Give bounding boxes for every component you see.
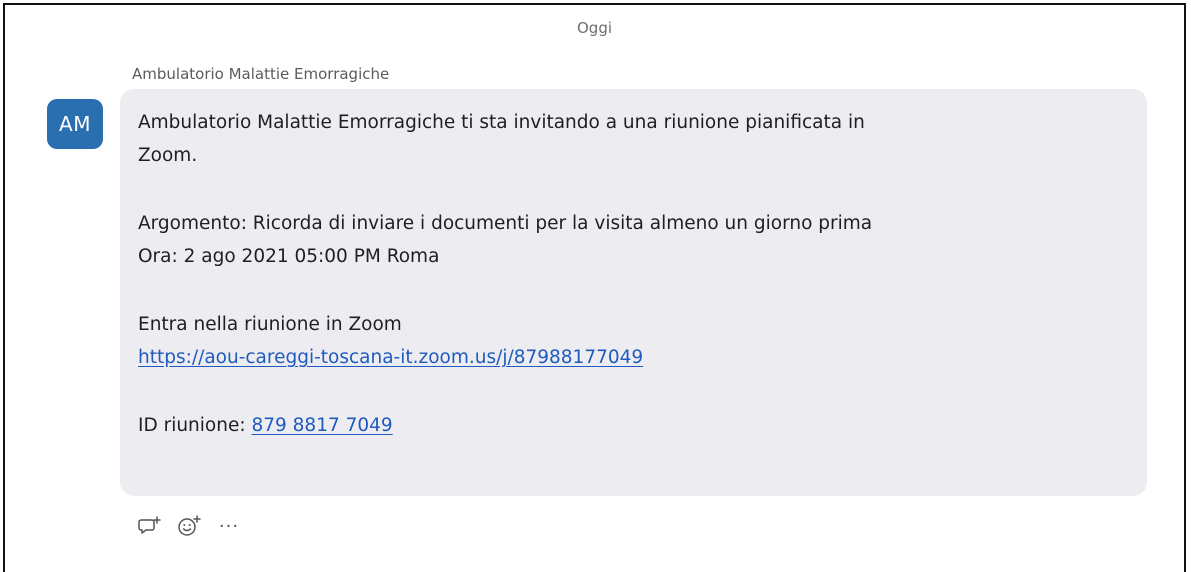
reply-thread-icon bbox=[138, 516, 161, 534]
more-options-button[interactable]: ··· bbox=[216, 512, 242, 540]
join-meeting-link[interactable]: https://aou-careggi-toscana-it.zoom.us/j… bbox=[138, 347, 643, 368]
chat-pane: Oggi Ambulatorio Malattie Emorragiche AM… bbox=[3, 3, 1186, 572]
reply-thread-button[interactable] bbox=[136, 513, 162, 539]
message-actions: ··· bbox=[136, 512, 242, 540]
meeting-time: Ora: 2 ago 2021 05:00 PM Roma bbox=[138, 246, 440, 267]
date-separator: Oggi bbox=[576, 19, 613, 37]
add-reaction-icon bbox=[178, 515, 201, 536]
join-meeting-label: Entra nella riunione in Zoom bbox=[138, 314, 402, 335]
avatar[interactable]: AM bbox=[47, 99, 103, 149]
message-intro-line-2: Zoom. bbox=[138, 145, 198, 166]
meeting-id-label: ID riunione: bbox=[138, 415, 252, 436]
sender-name: Ambulatorio Malattie Emorragiche bbox=[132, 65, 390, 83]
message-bubble: Ambulatorio Malattie Emorragiche ti sta … bbox=[120, 89, 1147, 496]
meeting-id-link[interactable]: 879 8817 7049 bbox=[251, 415, 392, 436]
avatar-initials: AM bbox=[59, 112, 91, 136]
meeting-topic: Argomento: Ricorda di inviare i document… bbox=[138, 213, 873, 234]
add-reaction-button[interactable] bbox=[176, 513, 202, 539]
message-intro-line-1: Ambulatorio Malattie Emorragiche ti sta … bbox=[138, 112, 865, 133]
